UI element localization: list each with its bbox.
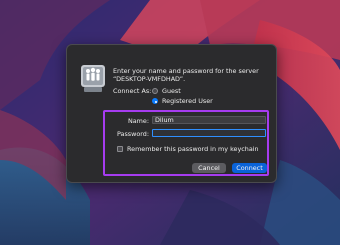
radio-registered-user-label: Registered User — [162, 97, 213, 105]
remember-password-row[interactable]: Remember this password in my keychain — [117, 145, 259, 153]
password-label: Password: — [116, 130, 149, 138]
radio-registered-user-circle[interactable] — [152, 98, 158, 104]
remember-password-label: Remember this password in my keychain — [127, 145, 259, 153]
server-users-icon — [81, 65, 105, 92]
name-label: Name: — [127, 117, 149, 125]
radio-guest[interactable]: Guest — [152, 87, 181, 95]
prompt-line-2: “DESKTOP-VMFDHAD”. — [113, 75, 186, 83]
connect-button[interactable]: Connect — [232, 163, 267, 173]
radio-registered-user[interactable]: Registered User — [152, 97, 213, 105]
radio-guest-circle[interactable] — [152, 88, 158, 94]
remember-password-checkbox[interactable] — [117, 146, 123, 152]
connect-as-label: Connect As: — [113, 87, 152, 95]
prompt-line-1: Enter your name and password for the ser… — [113, 67, 259, 75]
cancel-button[interactable]: Cancel — [192, 163, 226, 173]
server-prompt: Enter your name and password for the ser… — [113, 67, 273, 83]
name-field[interactable] — [152, 116, 266, 124]
password-field[interactable] — [152, 129, 266, 137]
radio-guest-label: Guest — [162, 87, 181, 95]
